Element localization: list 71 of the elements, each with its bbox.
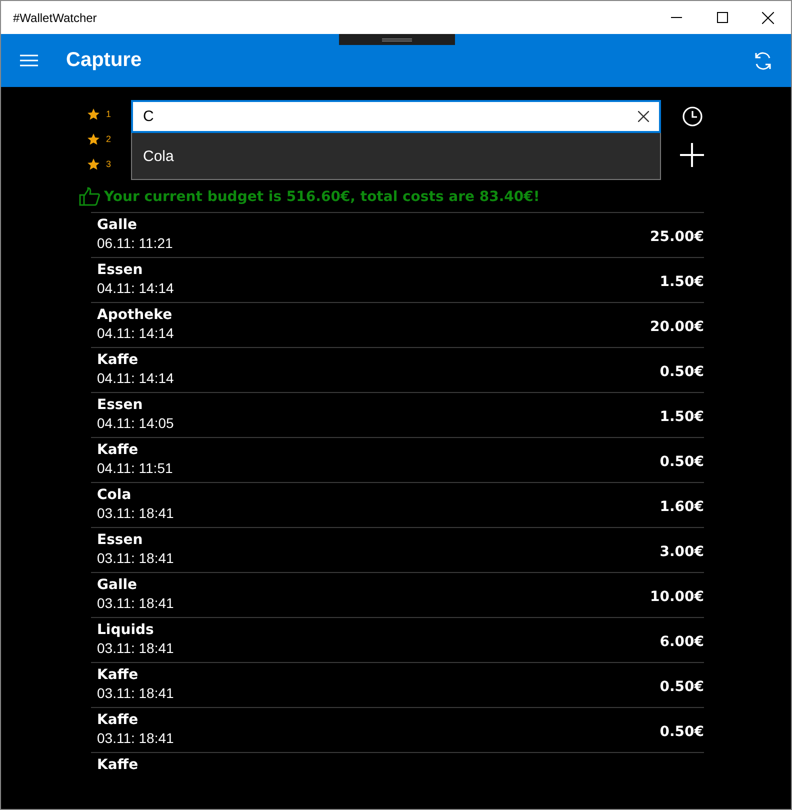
expense-amount: 3.00€ — [660, 544, 704, 560]
expense-date: 04.11: 14:05 — [97, 415, 175, 431]
expense-amount: 20.00€ — [650, 319, 704, 335]
expense-name: Galle — [97, 217, 138, 233]
expense-row[interactable]: Kaffe 03.11: 18:41 0.50€ — [91, 662, 704, 707]
expense-amount: 6.00€ — [660, 634, 704, 650]
expense-row[interactable]: Kaffe 03.11: 18:41 0.50€ — [91, 707, 704, 752]
expense-date: 04.11: 14:14 — [97, 280, 175, 296]
expense-row[interactable]: Essen 04.11: 14:05 1.50€ — [91, 392, 704, 437]
quick-slot[interactable]: 1 — [87, 106, 131, 122]
expense-amount: 1.50€ — [660, 409, 704, 425]
expense-date: 03.11: 18:41 — [97, 730, 175, 746]
expense-amount: 0.50€ — [660, 679, 704, 695]
expense-row[interactable]: Apotheke 04.11: 14:14 20.00€ — [91, 302, 704, 347]
expense-date: 04.11: 14:14 — [97, 370, 175, 386]
expense-name: Kaffe — [97, 442, 140, 458]
expense-amount: 1.60€ — [660, 499, 704, 515]
quick-slot[interactable]: 3 — [87, 156, 131, 172]
thumbs-up-icon — [79, 187, 100, 206]
window-title: #WalletWatcher — [12, 10, 98, 24]
expense-row[interactable]: Kaffe — [91, 752, 704, 797]
expense-name: Kaffe — [97, 667, 140, 683]
suggestion-item[interactable]: Cola — [131, 133, 661, 180]
expense-row[interactable]: Cola 03.11: 18:41 1.60€ — [91, 482, 704, 527]
expense-amount: 0.50€ — [660, 454, 704, 470]
search-field[interactable]: C — [143, 108, 638, 125]
star-icon — [87, 108, 100, 120]
expense-name: Liquids — [97, 622, 155, 638]
expense-name: Kaffe — [97, 352, 140, 368]
expense-date: 03.11: 18:41 — [97, 640, 175, 656]
expense-name: Galle — [97, 577, 138, 593]
search-box[interactable]: C — [131, 100, 661, 133]
add-button[interactable] — [680, 143, 704, 167]
menu-button[interactable] — [20, 54, 38, 67]
expense-date: 03.11: 18:41 — [97, 505, 175, 521]
expense-name: Essen — [97, 262, 144, 278]
expense-amount: 0.50€ — [660, 724, 704, 740]
expense-name: Essen — [97, 397, 144, 413]
budget-message: Your current budget is 516.60€, total costs are 83.40€! — [104, 188, 540, 204]
expense-row[interactable]: Galle 06.11: 11:21 25.00€ — [91, 212, 704, 257]
star-icon — [87, 132, 100, 146]
star-icon — [87, 158, 100, 170]
expense-name: Cola — [97, 487, 132, 503]
drag-handle[interactable] — [339, 34, 455, 45]
page-title: Capture — [66, 49, 143, 72]
expense-amount: 0.50€ — [660, 364, 704, 380]
expense-name: Apotheke — [97, 307, 174, 323]
expense-date: 06.11: 11:21 — [97, 235, 174, 251]
quick-slot[interactable]: 2 — [87, 131, 131, 147]
expense-row[interactable]: Essen 03.11: 18:41 3.00€ — [91, 527, 704, 572]
refresh-button[interactable] — [753, 50, 773, 70]
expense-amount: 1.50€ — [660, 274, 704, 290]
expense-name: Kaffe — [97, 712, 140, 728]
expense-date: 03.11: 18:41 — [97, 595, 175, 611]
clear-icon[interactable] — [638, 111, 649, 122]
expense-date: 03.11: 18:41 — [97, 685, 175, 701]
expense-name: Essen — [97, 532, 144, 548]
maximize-icon — [716, 12, 728, 23]
expense-row[interactable]: Liquids 03.11: 18:41 6.00€ — [91, 617, 704, 662]
expense-row[interactable]: Kaffe 04.11: 11:51 0.50€ — [91, 437, 704, 482]
expense-date: 04.11: 14:14 — [97, 325, 175, 341]
expense-amount: 25.00€ — [650, 229, 704, 245]
close-icon — [762, 12, 774, 24]
expense-date: 03.11: 18:41 — [97, 550, 175, 566]
expense-row[interactable]: Kaffe 04.11: 14:14 0.50€ — [91, 347, 704, 392]
clock-button[interactable] — [682, 106, 702, 127]
expense-row[interactable]: Galle 03.11: 18:41 10.00€ — [91, 572, 704, 617]
expense-name: Kaffe — [97, 757, 140, 773]
expense-row[interactable]: Essen 04.11: 14:14 1.50€ — [91, 257, 704, 302]
expense-amount: 10.00€ — [650, 589, 704, 605]
expense-date: 04.11: 11:51 — [97, 460, 174, 476]
